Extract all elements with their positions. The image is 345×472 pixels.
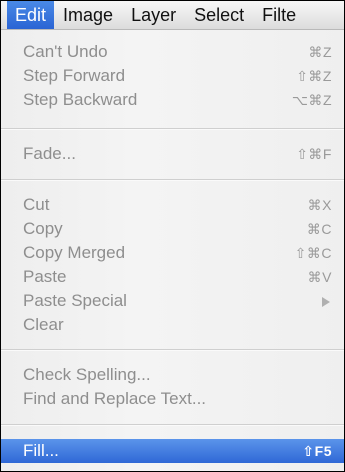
- menu-item-fill[interactable]: Fill... ⇧F5: [1, 439, 344, 463]
- menu-item-cant-undo[interactable]: Can't Undo ⌘Z: [1, 40, 344, 64]
- menu-item-shortcut: ⌘X: [307, 197, 332, 213]
- menu-item-copy[interactable]: Copy ⌘C: [1, 217, 344, 241]
- menu-item-label: Paste Special: [23, 291, 127, 310]
- menu-item-shortcut: ⌥⌘Z: [291, 92, 332, 108]
- menubar-image[interactable]: Image: [54, 1, 122, 29]
- menu-item-step-backward[interactable]: Step Backward ⌥⌘Z: [1, 88, 344, 112]
- menu-item-label: Copy: [23, 219, 63, 238]
- menu-item-shortcut: ⇧F5: [302, 443, 332, 459]
- menu-item-shortcut: ⌘V: [307, 269, 332, 285]
- menu-item-copy-merged[interactable]: Copy Merged ⇧⌘C: [1, 241, 344, 265]
- menu-item-label: Clear: [23, 315, 64, 334]
- clipboard-section: Cut ⌘X Copy ⌘C Copy Merged ⇧⌘C Paste ⌘V …: [1, 193, 344, 337]
- screenshot-frame: Edit Image Layer Select Filte Can't Undo…: [0, 0, 345, 472]
- fade-section: Fade... ⇧⌘F: [1, 142, 344, 166]
- menu-item-paste-special[interactable]: Paste Special: [1, 289, 344, 313]
- submenu-arrow-icon: [322, 297, 330, 307]
- menu-item-step-forward[interactable]: Step Forward ⇧⌘Z: [1, 64, 344, 88]
- edit-dropdown-menu: Can't Undo ⌘Z Step Forward ⇧⌘Z Step Back…: [1, 30, 344, 471]
- menu-item-find-replace[interactable]: Find and Replace Text...: [1, 387, 344, 411]
- menu-item-label: Check Spelling...: [23, 365, 151, 384]
- menu-item-shortcut: ⌘Z: [308, 44, 332, 60]
- menu-item-fade[interactable]: Fade... ⇧⌘F: [1, 142, 344, 166]
- menu-item-label: Copy Merged: [23, 243, 126, 262]
- menu-item-paste[interactable]: Paste ⌘V: [1, 265, 344, 289]
- menubar-select[interactable]: Select: [185, 1, 253, 29]
- menu-item-label: Step Backward: [23, 90, 138, 109]
- menu-item-label: Cut: [23, 195, 50, 214]
- menu-item-shortcut: ⇧⌘C: [294, 245, 332, 261]
- menu-item-shortcut: ⌘C: [306, 221, 332, 237]
- undo-section: Can't Undo ⌘Z Step Forward ⇧⌘Z Step Back…: [1, 40, 344, 112]
- menubar-layer[interactable]: Layer: [122, 1, 185, 29]
- menu-separator: [1, 128, 344, 130]
- menu-item-label: Paste: [23, 267, 67, 286]
- menu-separator: [1, 424, 344, 426]
- menu-item-shortcut: ⇧⌘F: [296, 146, 332, 162]
- menu-item-label: Fill...: [23, 441, 59, 460]
- menu-item-check-spelling[interactable]: Check Spelling...: [1, 363, 344, 387]
- menu-item-clear[interactable]: Clear: [1, 313, 344, 337]
- menu-separator: [1, 349, 344, 351]
- menu-bar: Edit Image Layer Select Filte: [1, 1, 344, 30]
- menu-item-label: Find and Replace Text...: [23, 389, 207, 408]
- menu-item-cut[interactable]: Cut ⌘X: [1, 193, 344, 217]
- menu-item-label: Can't Undo: [23, 42, 108, 61]
- menu-item-label: Step Forward: [23, 66, 126, 85]
- menu-separator: [1, 179, 344, 181]
- menu-item-shortcut: ⇧⌘Z: [296, 68, 332, 84]
- menubar-filter[interactable]: Filte: [253, 1, 305, 29]
- menubar-edit[interactable]: Edit: [7, 1, 55, 29]
- text-section: Check Spelling... Find and Replace Text.…: [1, 363, 344, 411]
- fill-section: Fill... ⇧F5: [1, 439, 344, 463]
- menu-item-label: Fade...: [23, 144, 76, 163]
